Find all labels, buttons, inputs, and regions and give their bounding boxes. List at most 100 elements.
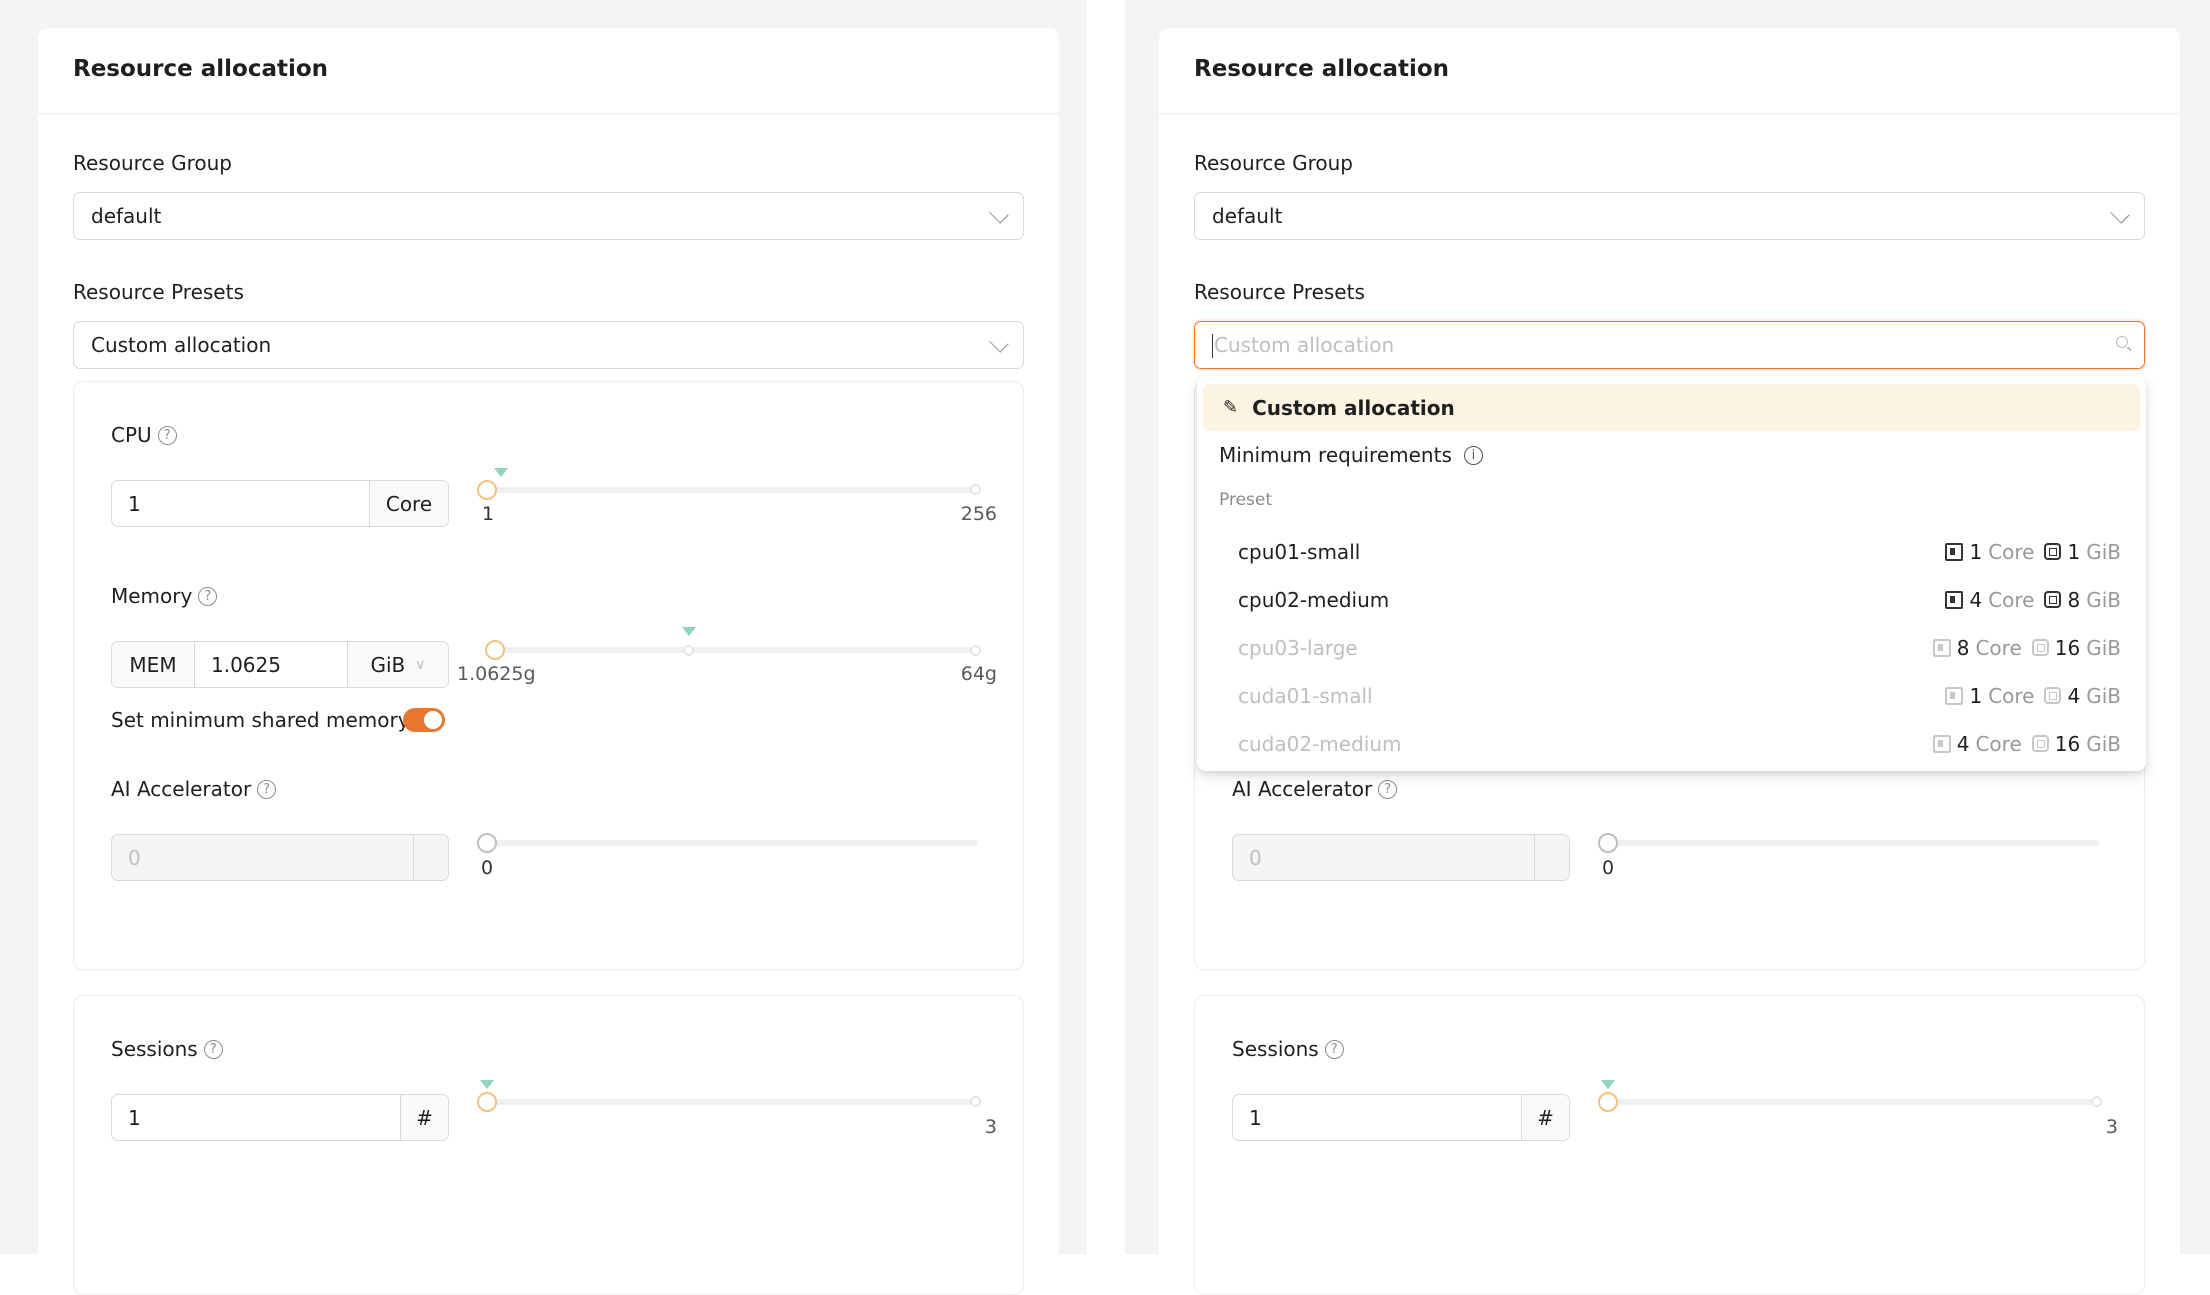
preset-group-label: Preset: [1219, 490, 1273, 510]
cpu-min-label: 1: [482, 503, 495, 525]
sessions-input[interactable]: 1: [1233, 1095, 1521, 1140]
preset-cpu: 4: [1956, 731, 1970, 756]
core-unit: Core: [1988, 683, 2035, 708]
accelerator-input[interactable]: 0: [112, 835, 413, 880]
memory-unit-select[interactable]: GiB ∨: [347, 642, 448, 687]
preset-resources: 1 Core 4 GiB: [1945, 684, 2121, 708]
preset-option[interactable]: cuda01-small 1 Core 4 GiB: [1203, 672, 2140, 719]
memory-label: Memory?: [111, 582, 218, 610]
cpu-icon: [1932, 638, 1951, 657]
preset-name: cpu01-small: [1238, 539, 1361, 564]
sessions-label-text: Sessions: [111, 1037, 198, 1061]
preset-mem: 16: [2054, 731, 2081, 756]
accelerator-slider-handle[interactable]: [477, 833, 497, 853]
memory-icon: [2044, 543, 2062, 560]
resource-allocation-card: Resource allocation Resource Group defau…: [38, 28, 1059, 1295]
cpu-input[interactable]: 1: [112, 481, 369, 526]
cpu-max-label: 256: [960, 503, 997, 525]
option-custom-allocation[interactable]: ✎ Custom allocation: [1203, 384, 2140, 431]
accelerator-input-group: 0: [1232, 834, 1570, 881]
preset-option[interactable]: cpu03-large 8 Core 16 GiB: [1203, 624, 2140, 671]
help-icon[interactable]: ?: [1378, 779, 1398, 799]
shm-toggle[interactable]: [403, 708, 445, 732]
memory-slider[interactable]: [487, 647, 978, 653]
option-minimum-requirements[interactable]: Minimum requirements i: [1219, 441, 1483, 469]
cpu-icon: [1945, 686, 1964, 705]
help-icon[interactable]: ?: [203, 1039, 223, 1059]
divider: [1159, 113, 2180, 114]
help-icon[interactable]: ?: [257, 779, 277, 799]
accelerator-slider[interactable]: [1608, 840, 2099, 846]
resource-presets-select[interactable]: Custom allocation: [1194, 321, 2145, 369]
resource-group-label: Resource Group: [1194, 151, 1353, 175]
preset-name: cpu02-medium: [1238, 587, 1390, 612]
slider-end-dot: [970, 645, 981, 656]
option-label: Minimum requirements: [1219, 443, 1452, 467]
cpu-slider[interactable]: [487, 487, 978, 493]
preset-name: cuda01-small: [1238, 683, 1373, 708]
cpu-min-marker: [494, 468, 508, 477]
slider-mid-dot: [683, 645, 694, 656]
memory-icon: [2031, 735, 2049, 752]
cpu-icon: [1932, 734, 1951, 753]
sessions-slider-handle[interactable]: [1598, 1092, 1618, 1112]
sessions-card: Sessions? 1 # 3: [1194, 995, 2145, 1295]
info-icon: i: [1463, 445, 1483, 465]
memory-input-group: MEM 1.0625 GiB ∨: [111, 641, 449, 688]
section-title: Resource allocation: [73, 56, 329, 82]
cpu-slider-handle[interactable]: [477, 480, 497, 500]
sessions-slider-handle[interactable]: [477, 1092, 497, 1112]
help-icon[interactable]: ?: [157, 425, 177, 445]
cpu-label: CPU?: [111, 421, 177, 449]
preset-resources: 4 Core 8 GiB: [1945, 588, 2121, 612]
resource-presets-value: Custom allocation: [91, 333, 272, 357]
preset-cpu: 1: [1969, 683, 1983, 708]
chevron-down-icon: ∨: [415, 656, 426, 673]
mem-unit: GiB: [2086, 683, 2121, 708]
cpu-icon: [1945, 542, 1964, 561]
section-title: Resource allocation: [1194, 56, 1450, 82]
edit-icon: ✎: [1223, 397, 1239, 418]
mem-unit: GiB: [2086, 539, 2121, 564]
sessions-min-marker: [480, 1080, 494, 1089]
shm-label: Set minimum shared memory: [111, 708, 410, 732]
preset-mem: 8: [2067, 587, 2081, 612]
option-label: Custom allocation: [1252, 395, 1455, 420]
memory-prefix: MEM: [112, 642, 195, 687]
accelerator-input[interactable]: 0: [1233, 835, 1534, 880]
preset-option[interactable]: cuda02-medium 4 Core 16 GiB: [1203, 720, 2140, 767]
sessions-input[interactable]: 1: [112, 1095, 400, 1140]
presets-dropdown: ✎ Custom allocation Minimum requirements…: [1197, 376, 2146, 771]
resource-presets-select[interactable]: Custom allocation: [73, 321, 1024, 369]
preset-option[interactable]: cpu01-small 1 Core 1 GiB: [1203, 528, 2140, 575]
accelerator-min-label: 0: [481, 857, 494, 879]
preset-cpu: 4: [1969, 587, 1983, 612]
resource-group-select[interactable]: default: [73, 192, 1024, 240]
core-unit: Core: [1988, 587, 2035, 612]
core-unit: Core: [1975, 635, 2022, 660]
help-icon[interactable]: ?: [198, 586, 218, 606]
sessions-slider[interactable]: [487, 1099, 978, 1105]
sessions-label: Sessions?: [1232, 1035, 1344, 1063]
sessions-min-marker: [1601, 1080, 1615, 1089]
sessions-slider[interactable]: [1608, 1099, 2099, 1105]
cpu-label-text: CPU: [111, 423, 152, 447]
memory-input[interactable]: 1.0625: [195, 642, 347, 687]
resource-group-value: default: [1212, 204, 1283, 228]
resource-group-select[interactable]: default: [1194, 192, 2145, 240]
slider-end-dot: [2091, 1096, 2102, 1107]
mem-unit: GiB: [2086, 587, 2121, 612]
accelerator-min-label: 0: [1602, 857, 1615, 879]
preset-mem: 4: [2067, 683, 2081, 708]
help-icon[interactable]: ?: [1324, 1039, 1344, 1059]
memory-label-text: Memory: [111, 584, 193, 608]
cpu-icon: [1945, 590, 1964, 609]
memory-slider-handle[interactable]: [485, 640, 505, 660]
resource-presets-label: Resource Presets: [1194, 280, 1365, 304]
preset-option[interactable]: cpu02-medium 4 Core 8 GiB: [1203, 576, 2140, 623]
memory-min-marker: [682, 627, 696, 636]
core-unit: Core: [1988, 539, 2035, 564]
accelerator-slider-handle[interactable]: [1598, 833, 1618, 853]
accelerator-slider[interactable]: [487, 840, 978, 846]
core-unit: Core: [1975, 731, 2022, 756]
